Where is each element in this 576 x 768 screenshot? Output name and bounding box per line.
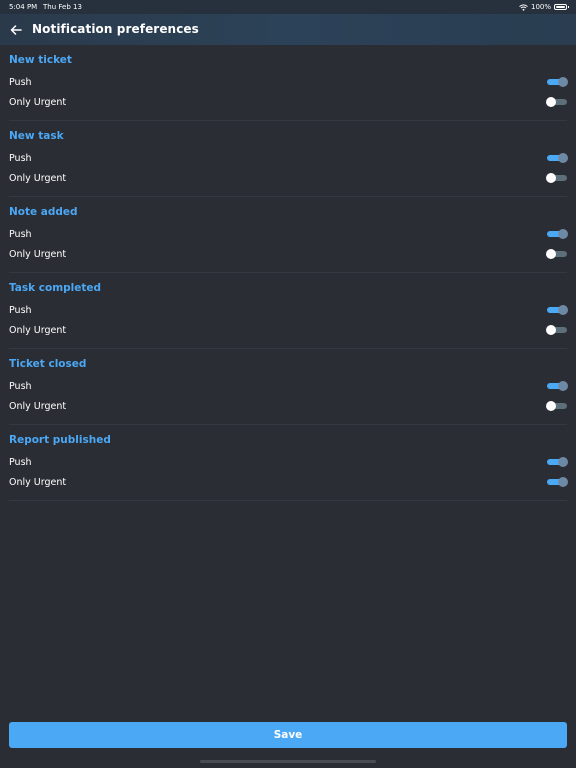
toggle-thumb [558, 77, 568, 87]
section-title: Ticket closed [9, 358, 87, 370]
preferences-list: New ticket Push Only Urgent New task Push Onl… [0, 45, 576, 501]
push-toggle[interactable] [547, 380, 568, 392]
section-title: New task [9, 130, 64, 142]
toggle-thumb [558, 381, 568, 391]
push-row: Push [9, 149, 568, 167]
push-toggle[interactable] [547, 152, 568, 164]
urgent-label: Only Urgent [9, 96, 67, 108]
push-label: Push [9, 76, 32, 88]
push-toggle[interactable] [547, 76, 568, 88]
urgent-label: Only Urgent [9, 476, 67, 488]
urgent-toggle[interactable] [546, 324, 567, 336]
push-label: Push [9, 456, 32, 468]
status-indicators: 100% [519, 3, 569, 11]
toggle-thumb [558, 153, 568, 163]
toggle-thumb [558, 477, 568, 487]
status-date: Thu Feb 13 [43, 3, 82, 11]
urgent-toggle[interactable] [546, 400, 567, 412]
urgent-toggle[interactable] [547, 476, 568, 488]
wifi-icon [519, 3, 528, 11]
push-label: Push [9, 152, 32, 164]
toggle-thumb [546, 401, 556, 411]
toggle-thumb [546, 249, 556, 259]
push-label: Push [9, 304, 32, 316]
push-toggle[interactable] [547, 456, 568, 468]
toggle-thumb [558, 305, 568, 315]
home-indicator [200, 760, 376, 763]
toggle-thumb [546, 325, 556, 335]
push-row: Push [9, 453, 568, 471]
urgent-toggle[interactable] [546, 248, 567, 260]
urgent-row: Only Urgent [9, 93, 567, 111]
toggle-thumb [558, 229, 568, 239]
urgent-row: Only Urgent [9, 321, 567, 339]
push-label: Push [9, 380, 32, 392]
app-bar: Notification preferences [0, 14, 576, 45]
urgent-row: Only Urgent [9, 397, 567, 415]
toggle-thumb [558, 457, 568, 467]
save-button[interactable]: Save [9, 722, 567, 748]
toggle-thumb [546, 173, 556, 183]
battery-icon [554, 4, 569, 10]
urgent-row: Only Urgent [9, 169, 567, 187]
status-bar: 5:04 PM Thu Feb 13 100% [0, 0, 576, 14]
push-row: Push [9, 73, 568, 91]
urgent-label: Only Urgent [9, 400, 67, 412]
section-title: New ticket [9, 54, 72, 66]
back-button[interactable] [7, 21, 25, 39]
push-label: Push [9, 228, 32, 240]
push-toggle[interactable] [547, 304, 568, 316]
urgent-toggle[interactable] [546, 172, 567, 184]
push-toggle[interactable] [547, 228, 568, 240]
page-title: Notification preferences [32, 22, 199, 36]
battery-percent: 100% [530, 3, 551, 11]
section-new-ticket: New ticket Push Only Urgent [9, 45, 568, 121]
push-row: Push [9, 225, 568, 243]
section-title: Task completed [9, 282, 102, 294]
urgent-row: Only Urgent [9, 245, 567, 263]
arrow-left-icon [10, 25, 22, 35]
push-row: Push [9, 301, 568, 319]
urgent-label: Only Urgent [9, 324, 67, 336]
urgent-row: Only Urgent [9, 473, 568, 491]
urgent-toggle[interactable] [546, 96, 567, 108]
section-title: Note added [9, 206, 78, 218]
push-row: Push [9, 377, 568, 395]
section-note-added: Note added Push Only Urgent [9, 197, 568, 273]
section-task-completed: Task completed Push Only Urgent [9, 273, 568, 349]
status-time: 5:04 PM [9, 3, 38, 11]
section-report-published: Report published Push Only Urgent [9, 425, 568, 501]
section-ticket-closed: Ticket closed Push Only Urgent [9, 349, 568, 425]
section-new-task: New task Push Only Urgent [9, 121, 568, 197]
toggle-thumb [546, 97, 556, 107]
urgent-label: Only Urgent [9, 248, 67, 260]
urgent-label: Only Urgent [9, 172, 67, 184]
section-title: Report published [9, 434, 111, 446]
